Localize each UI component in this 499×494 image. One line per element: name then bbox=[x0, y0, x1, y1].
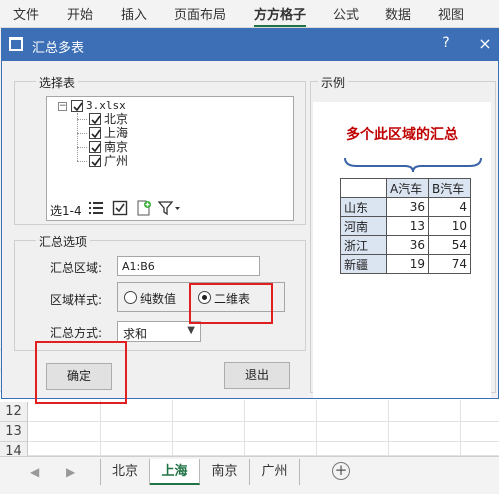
ribbon-tab-bar: 文件 开始 插入 页面布局 方方格子 公式 数据 视图 bbox=[0, 0, 499, 28]
sheet-tab-nanjing[interactable]: 南京 bbox=[200, 459, 250, 485]
dialog-title: 汇总多表 bbox=[32, 41, 85, 56]
table-row: A汽车 B汽车 bbox=[340, 178, 471, 198]
tree-root-label[interactable]: 3.xlsx bbox=[86, 99, 126, 113]
grid-line bbox=[28, 421, 499, 422]
chevron-down-icon: ▼ bbox=[187, 325, 195, 336]
brace-icon bbox=[344, 157, 482, 173]
ribbon-tab-home[interactable]: 开始 bbox=[67, 4, 93, 23]
check-all-icon[interactable] bbox=[112, 200, 128, 216]
sheet-tab-beijing[interactable]: 北京 bbox=[100, 459, 150, 485]
table-cell: 36 bbox=[386, 197, 429, 217]
table-cell: 74 bbox=[428, 254, 471, 274]
table-header-cell: B汽车 bbox=[428, 178, 471, 198]
sheet-tab-shanghai[interactable]: 上海 bbox=[150, 459, 200, 485]
table-cell: 13 bbox=[386, 216, 429, 236]
close-button[interactable]: × bbox=[476, 34, 494, 54]
example-title: 多个此区域的汇总 bbox=[346, 127, 458, 143]
tree-connector bbox=[77, 147, 87, 148]
help-button[interactable]: ? bbox=[438, 35, 454, 53]
ribbon-tab-file[interactable]: 文件 bbox=[13, 4, 39, 23]
ribbon-tab-ffcell[interactable]: 方方格子 bbox=[254, 4, 306, 23]
tree-item-shanghai[interactable]: 上海 bbox=[104, 126, 128, 140]
tree-connector bbox=[77, 119, 87, 120]
table-row: 新疆 19 74 bbox=[340, 254, 471, 274]
table-cell: 19 bbox=[386, 254, 429, 274]
table-cell: 54 bbox=[428, 235, 471, 255]
exit-button[interactable]: 退出 bbox=[224, 362, 290, 389]
table-cell: 10 bbox=[428, 216, 471, 236]
table-row-label: 河南 bbox=[340, 216, 387, 236]
add-sheet-icon[interactable] bbox=[136, 200, 152, 216]
table-cell bbox=[340, 178, 387, 198]
collapse-icon[interactable]: − bbox=[58, 102, 67, 111]
table-row-label: 山东 bbox=[340, 197, 387, 217]
tree-connector bbox=[77, 113, 78, 161]
table-row: 山东 36 4 bbox=[340, 197, 471, 217]
table-row: 河南 13 10 bbox=[340, 216, 471, 236]
table-row: 浙江 36 54 bbox=[340, 235, 471, 255]
tree-item-beijing[interactable]: 北京 bbox=[104, 112, 128, 126]
active-tab-underline bbox=[254, 25, 306, 27]
table-header-cell: A汽车 bbox=[386, 178, 429, 198]
ribbon-tab-view[interactable]: 视图 bbox=[438, 4, 464, 23]
tree-item-checkbox[interactable] bbox=[89, 127, 101, 139]
select-sheets-label: 选择表 bbox=[36, 74, 79, 91]
row-header[interactable]: 13 bbox=[0, 422, 28, 442]
table-cell: 4 bbox=[428, 197, 471, 217]
scroll-tabs-right-icon[interactable]: ▶ bbox=[66, 465, 75, 479]
ribbon-tab-formulas[interactable]: 公式 bbox=[333, 4, 359, 23]
sheet-tab-guangzhou[interactable]: 广州 bbox=[250, 459, 300, 485]
ribbon-tab-data[interactable]: 数据 bbox=[385, 4, 411, 23]
ribbon-tab-insert[interactable]: 插入 bbox=[121, 4, 147, 23]
selection-count-label: 选1-4 bbox=[50, 204, 82, 218]
tree-item-checkbox[interactable] bbox=[89, 113, 101, 125]
highlight-2d-table-option bbox=[189, 283, 273, 324]
style-label: 区域样式: bbox=[50, 293, 103, 307]
filter-icon[interactable] bbox=[158, 200, 182, 216]
method-select[interactable]: 求和 ▼ bbox=[117, 321, 201, 342]
list-icon[interactable] bbox=[88, 200, 104, 216]
example-panel: 多个此区域的汇总 A汽车 B汽车 山东 36 4 河南 13 10 浙江 36 … bbox=[313, 102, 491, 398]
tree-item-nanjing[interactable]: 南京 bbox=[104, 140, 128, 154]
sheet-tab-bar: ◀ ▶ 北京 上海 南京 广州 + bbox=[0, 456, 499, 494]
example-table: A汽车 B汽车 山东 36 4 河南 13 10 浙江 36 54 新疆 19 … bbox=[340, 178, 471, 274]
method-select-value: 求和 bbox=[123, 327, 148, 341]
tree-item-guangzhou[interactable]: 广州 bbox=[104, 154, 128, 168]
tree-connector bbox=[77, 133, 87, 134]
tree-item-checkbox[interactable] bbox=[89, 141, 101, 153]
tree-item-checkbox[interactable] bbox=[89, 155, 101, 167]
range-label: 汇总区域: bbox=[50, 261, 103, 275]
window-icon bbox=[9, 37, 23, 51]
scroll-tabs-left-icon[interactable]: ◀ bbox=[30, 465, 39, 479]
radio-values-only-label[interactable]: 纯数值 bbox=[140, 290, 176, 307]
example-label: 示例 bbox=[318, 74, 349, 91]
grid-line bbox=[28, 441, 499, 442]
table-row-label: 新疆 bbox=[340, 254, 387, 274]
ribbon-tab-page-layout[interactable]: 页面布局 bbox=[174, 4, 226, 23]
summary-options-label: 汇总选项 bbox=[36, 233, 91, 250]
radio-values-only[interactable] bbox=[124, 291, 137, 304]
table-cell: 36 bbox=[386, 235, 429, 255]
add-sheet-icon[interactable]: + bbox=[332, 462, 350, 480]
tree-connector bbox=[77, 161, 87, 162]
dialog-titlebar[interactable]: 汇总多表 ? × bbox=[2, 29, 498, 61]
method-label: 汇总方式: bbox=[50, 326, 103, 340]
range-input[interactable]: A1:B6 bbox=[117, 256, 260, 276]
highlight-ok-button bbox=[35, 341, 127, 404]
table-row-label: 浙江 bbox=[340, 235, 387, 255]
row-header[interactable]: 12 bbox=[0, 402, 28, 422]
tree-root-checkbox[interactable] bbox=[71, 100, 83, 112]
